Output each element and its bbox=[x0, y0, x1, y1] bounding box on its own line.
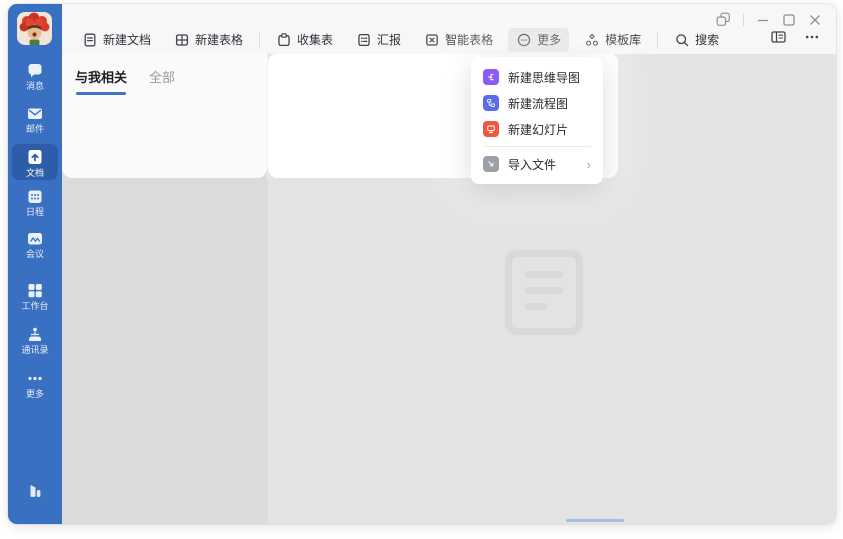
maximize-icon[interactable] bbox=[782, 13, 796, 27]
document-toolbar: 新建文档 新建表格 收集表 bbox=[74, 27, 734, 52]
tab-all[interactable]: 全部 bbox=[149, 67, 175, 95]
report-icon bbox=[356, 32, 372, 48]
new-sheet-icon bbox=[174, 32, 190, 48]
minimize-icon[interactable] bbox=[756, 13, 770, 27]
menu-item-import-file[interactable]: 导入文件 › bbox=[471, 151, 603, 177]
template-library-button[interactable]: 模板库 bbox=[576, 28, 649, 52]
mini-window-icon[interactable] bbox=[716, 12, 731, 27]
collect-form-icon bbox=[276, 32, 292, 48]
placeholder-line bbox=[525, 287, 563, 294]
collect-form-button[interactable]: 收集表 bbox=[268, 28, 341, 52]
menu-item-label: 新建幻灯片 bbox=[508, 121, 568, 138]
sidebar-item-label: 工作台 bbox=[11, 301, 59, 312]
meeting-icon bbox=[26, 230, 44, 247]
toolbar-right-icons bbox=[770, 29, 820, 45]
app-window: 与我相关 全部 消息 bbox=[8, 4, 836, 524]
workbench-icon bbox=[26, 282, 44, 299]
search-icon bbox=[674, 32, 690, 48]
contacts-icon bbox=[26, 326, 44, 343]
sidebar-item-label: 文档 bbox=[12, 168, 58, 179]
new-sheet-button[interactable]: 新建表格 bbox=[166, 28, 251, 52]
flowchart-file-icon bbox=[483, 95, 499, 111]
layout-panel-icon[interactable] bbox=[770, 29, 787, 45]
button-label: 收集表 bbox=[297, 31, 333, 48]
smart-table-button[interactable]: 智能表格 bbox=[416, 28, 501, 52]
menu-item-label: 新建思维导图 bbox=[508, 69, 580, 86]
document-list-panel: 与我相关 全部 bbox=[62, 54, 267, 178]
button-label: 更多 bbox=[537, 31, 561, 48]
sidebar-item-label: 邮件 bbox=[11, 124, 59, 135]
tab-related-to-me[interactable]: 与我相关 bbox=[75, 67, 127, 95]
sidebar-item-label: 更多 bbox=[11, 389, 59, 400]
menu-item-label: 新建流程图 bbox=[508, 95, 568, 112]
more-button[interactable]: 更多 bbox=[508, 28, 569, 52]
slides-file-icon bbox=[483, 121, 499, 137]
mail-icon bbox=[26, 105, 44, 122]
sidebar-item-label: 通讯录 bbox=[11, 345, 59, 356]
chevron-right-icon: › bbox=[587, 158, 591, 171]
menu-item-label: 导入文件 bbox=[508, 156, 556, 173]
window-controls bbox=[716, 12, 822, 27]
sidebar-item-calendar[interactable]: 日程 bbox=[11, 188, 59, 218]
new-doc-icon bbox=[82, 32, 98, 48]
sidebar-item-messages[interactable]: 消息 bbox=[11, 62, 59, 92]
button-label: 新建表格 bbox=[195, 31, 243, 48]
more-dropdown-menu: 新建思维导图 新建流程图 新建幻灯片 bbox=[471, 57, 603, 184]
button-label: 模板库 bbox=[605, 31, 641, 48]
menu-item-new-mindmap[interactable]: 新建思维导图 bbox=[471, 64, 603, 90]
menu-item-new-slides[interactable]: 新建幻灯片 bbox=[471, 116, 603, 142]
button-label: 搜索 bbox=[695, 31, 719, 48]
ellipsis-icon[interactable] bbox=[804, 29, 820, 45]
sidebar-item-contacts[interactable]: 通讯录 bbox=[11, 326, 59, 356]
sidebar-item-docs[interactable]: 文档 bbox=[12, 144, 58, 180]
divider bbox=[743, 13, 744, 26]
sidebar-item-more[interactable]: 更多 bbox=[11, 370, 59, 400]
mindmap-file-icon bbox=[483, 69, 499, 85]
sidebar-item-workbench[interactable]: 工作台 bbox=[11, 282, 59, 312]
sidebar-item-label: 消息 bbox=[11, 81, 59, 92]
sidebar-item-label: 会议 bbox=[11, 249, 59, 260]
divider bbox=[259, 33, 260, 47]
report-button[interactable]: 汇报 bbox=[348, 28, 409, 52]
top-bar: 新建文档 新建表格 收集表 bbox=[62, 4, 836, 54]
bottom-edge-artifact bbox=[566, 519, 624, 522]
app-sidebar: 消息 邮件 文档 日程 bbox=[8, 4, 62, 524]
ellipsis-icon bbox=[26, 370, 44, 387]
placeholder-line bbox=[525, 303, 547, 310]
sidebar-item-meeting[interactable]: 会议 bbox=[11, 230, 59, 260]
template-icon bbox=[584, 32, 600, 48]
import-file-icon bbox=[483, 156, 499, 172]
sidebar-item-mail[interactable]: 邮件 bbox=[11, 105, 59, 135]
placeholder-line bbox=[525, 271, 563, 278]
divider bbox=[657, 33, 658, 47]
empty-state-document-icon bbox=[505, 250, 583, 335]
list-tabs: 与我相关 全部 bbox=[62, 54, 267, 95]
calendar-icon bbox=[26, 188, 44, 205]
button-label: 智能表格 bbox=[445, 31, 493, 48]
docs-icon bbox=[26, 148, 44, 166]
close-icon[interactable] bbox=[808, 13, 822, 27]
avatar[interactable] bbox=[17, 12, 52, 45]
smart-table-icon bbox=[424, 32, 440, 48]
sidebar-item-label: 日程 bbox=[11, 207, 59, 218]
chat-icon bbox=[26, 62, 44, 79]
button-label: 新建文档 bbox=[103, 31, 151, 48]
more-circle-icon bbox=[516, 32, 532, 48]
button-label: 汇报 bbox=[377, 31, 401, 48]
menu-item-new-flowchart[interactable]: 新建流程图 bbox=[471, 90, 603, 116]
new-document-button[interactable]: 新建文档 bbox=[74, 28, 159, 52]
search-button[interactable]: 搜索 bbox=[666, 28, 727, 52]
stats-icon bbox=[26, 482, 44, 500]
sidebar-bottom-stats[interactable] bbox=[11, 482, 59, 500]
menu-divider bbox=[483, 146, 591, 147]
